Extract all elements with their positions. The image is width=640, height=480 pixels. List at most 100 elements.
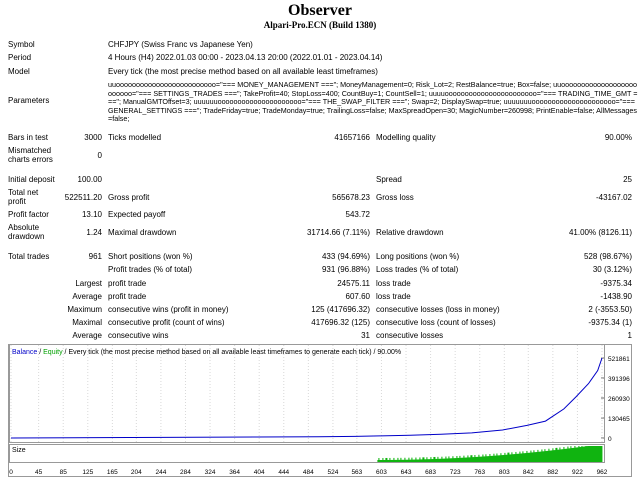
maximum-label: Maximum	[67, 305, 102, 314]
size-bar	[384, 459, 386, 462]
size-bar	[534, 452, 536, 462]
profit-trades-value: 931 (96.88%)	[321, 265, 370, 274]
size-bar	[450, 458, 452, 462]
size-bar	[464, 457, 466, 462]
x-tick-label: 0	[9, 469, 13, 476]
size-bar	[572, 447, 574, 462]
size-bar	[410, 459, 412, 462]
size-bar	[509, 454, 511, 462]
size-bar	[435, 458, 437, 462]
size-bar	[445, 456, 447, 462]
size-bar	[497, 455, 499, 462]
report-title: Observer	[288, 2, 352, 19]
size-bar	[595, 446, 597, 462]
size-bar	[474, 455, 476, 462]
size-bar	[546, 450, 548, 462]
gross-loss-value: -43167.02	[595, 193, 632, 202]
profit-trades-label: Profit trades (% of total)	[108, 265, 193, 274]
size-bar	[421, 459, 423, 462]
size-bar	[514, 454, 516, 462]
maximal-profit-value: 417696.32 (125)	[311, 318, 370, 327]
x-tick-label: 324	[205, 469, 216, 476]
size-bar	[557, 449, 559, 462]
mismatch-value: 0	[97, 151, 102, 160]
size-bar	[443, 458, 445, 462]
size-bar	[503, 454, 505, 462]
size-bar	[380, 459, 382, 462]
x-tick-label: 723	[450, 469, 461, 476]
size-bar	[447, 458, 449, 462]
size-bar	[461, 457, 463, 462]
y-tick-label: 521861	[608, 356, 630, 363]
size-bar	[519, 451, 521, 462]
size-bar	[432, 459, 434, 462]
symbol-label: Symbol	[8, 40, 35, 49]
size-bar	[488, 456, 490, 462]
size-bar	[544, 449, 546, 462]
size-bar	[575, 447, 577, 462]
size-bar	[428, 459, 430, 462]
legend-balance: Balance	[12, 349, 38, 356]
size-bar	[402, 459, 404, 462]
size-bar	[556, 447, 558, 462]
size-bar	[493, 453, 495, 462]
ticks-label: Ticks modelled	[108, 133, 162, 142]
size-bar	[409, 459, 411, 462]
size-bar	[392, 459, 394, 462]
size-bar	[515, 451, 517, 462]
size-bar	[385, 457, 387, 462]
size-bar	[590, 446, 592, 462]
size-bar	[395, 459, 397, 462]
size-bar	[433, 457, 435, 462]
size-bar	[439, 458, 441, 462]
size-bar	[560, 449, 562, 462]
size-bar	[593, 446, 595, 462]
size-bar	[499, 455, 501, 462]
size-bar	[507, 452, 509, 462]
size-bar	[431, 459, 433, 462]
avg-consec-losses-label: consecutive losses	[376, 331, 444, 340]
size-bar	[513, 454, 515, 462]
size-bar	[548, 448, 550, 462]
loss-trades-value: 30 (3.12%)	[592, 265, 632, 274]
profit-factor-label: Profit factor	[8, 210, 49, 219]
size-bar	[597, 446, 599, 462]
size-bar	[558, 449, 560, 462]
size-bar	[378, 457, 380, 462]
abs-drawdown-label: Absolute drawdown	[8, 223, 45, 241]
size-bar	[578, 446, 580, 462]
size-bar	[405, 459, 407, 462]
size-bar	[562, 449, 564, 462]
bars-label: Bars in test	[8, 133, 49, 142]
x-tick-label: 284	[180, 469, 191, 476]
size-bar	[400, 457, 402, 462]
size-bar	[427, 459, 429, 462]
size-bar	[541, 449, 543, 462]
size-bar	[564, 448, 566, 462]
size-bar	[420, 459, 422, 462]
size-bar	[457, 457, 459, 462]
size-bar	[407, 459, 409, 462]
size-bar	[524, 453, 526, 462]
size-bar	[538, 451, 540, 462]
size-bar	[401, 459, 403, 462]
size-bar	[511, 452, 513, 462]
gross-profit-value: 565678.23	[332, 193, 370, 202]
bars-value: 3000	[84, 133, 102, 142]
size-bar	[600, 446, 602, 462]
abs-drawdown-value: 1.24	[86, 228, 102, 237]
size-bar	[504, 452, 506, 462]
size-bar	[551, 450, 553, 462]
size-bar	[561, 449, 563, 462]
size-bar	[403, 459, 405, 462]
size-bar	[468, 457, 470, 462]
size-bar	[542, 451, 544, 462]
x-tick-label: 85	[60, 469, 68, 476]
size-bar	[393, 457, 395, 462]
size-bar	[547, 450, 549, 462]
size-bar	[591, 446, 593, 462]
size-bar	[588, 446, 590, 462]
largest-profit-label: profit trade	[108, 279, 147, 288]
x-tick-label: 204	[131, 469, 142, 476]
loss-trades-label: Loss trades (% of total)	[376, 265, 459, 274]
